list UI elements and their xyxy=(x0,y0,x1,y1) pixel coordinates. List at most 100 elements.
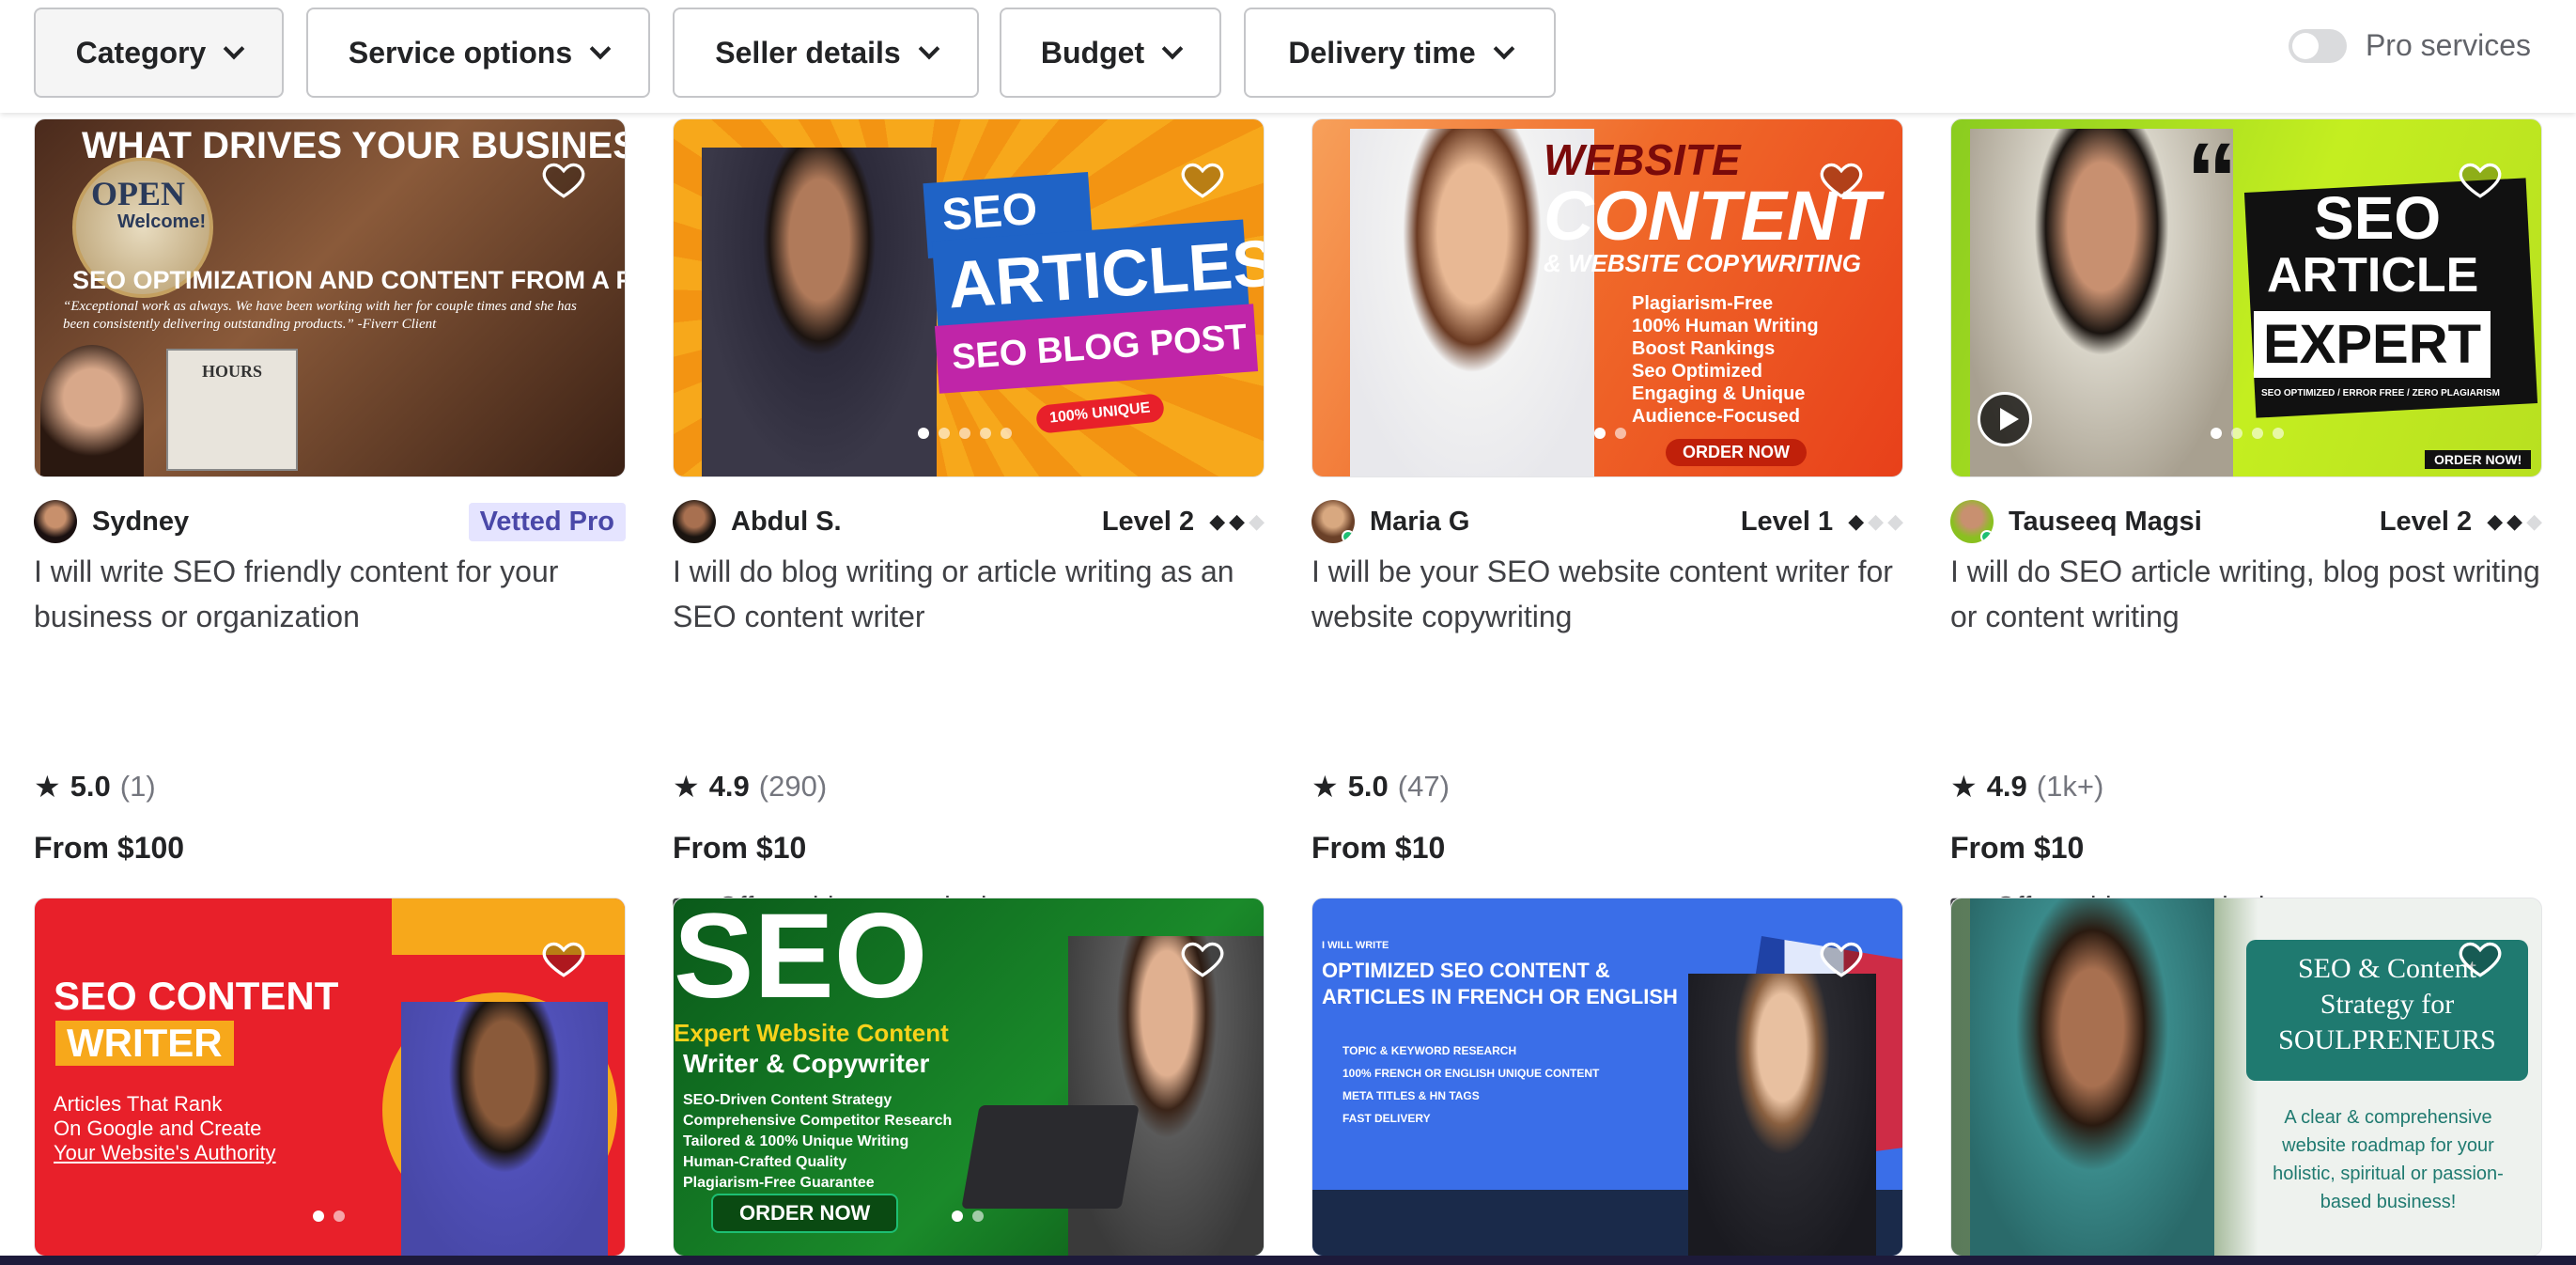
thumb-bullets: TOPIC & KEYWORD RESEARCH 100% FRENCH OR … xyxy=(1342,1039,1599,1130)
pro-services-toggle[interactable] xyxy=(2288,28,2347,63)
gig-title[interactable]: I will write SEO friendly content for yo… xyxy=(34,549,626,639)
thumb-bullet: 100% Human Writing xyxy=(1632,316,1819,336)
thumb-text: website roadmap for your xyxy=(2282,1135,2494,1156)
gig-thumbnail[interactable]: SEO CONTENT WRITER Articles That Rank On… xyxy=(34,898,626,1257)
thumb-text: “Exceptional work as always. We have bee… xyxy=(63,299,577,332)
avatar[interactable] xyxy=(34,500,77,543)
gig-title[interactable]: I will be your SEO website content write… xyxy=(1311,549,1903,639)
rating-value: 4.9 xyxy=(1986,770,2027,803)
thumb-bullets: Plagiarism-Free 100% Human Writing Boost… xyxy=(1632,292,1819,428)
avatar[interactable] xyxy=(673,500,716,543)
thumb-text: SEO OPTIMIZED / ERROR FREE / ZERO PLAGIA… xyxy=(2261,388,2500,398)
seller-name[interactable]: Sydney xyxy=(92,507,189,538)
diamond-icon: ◆ xyxy=(1887,509,1903,533)
person-photo xyxy=(40,345,144,476)
seller-level: Level 2 ◆ ◆ ◆ xyxy=(1102,507,1265,538)
thumb-bullet: Plagiarism-Free Guarantee xyxy=(683,1175,875,1191)
rating: ★ 4.9 (290) xyxy=(673,769,827,804)
filter-label: Budget xyxy=(1040,35,1145,70)
gig-price[interactable]: From $100 xyxy=(34,831,184,866)
gig-title[interactable]: I will do blog writing or article writin… xyxy=(673,549,1265,639)
thumb-bullet: Engaging & Unique xyxy=(1632,383,1806,404)
thumb-bullet: SEO-Driven Content Strategy xyxy=(683,1092,892,1108)
pro-services-toggle-group: Pro services xyxy=(2288,28,2531,63)
bottom-edge xyxy=(0,1256,2576,1265)
thumb-bullet: 100% FRENCH OR ENGLISH UNIQUE CONTENT xyxy=(1342,1067,1600,1080)
thumb-bullet: Seo Optimized xyxy=(1632,361,1762,382)
thumb-bullet: FAST DELIVERY xyxy=(1342,1112,1431,1125)
gig-thumbnail[interactable]: SEO & Content Strategy for SOULPRENEURS … xyxy=(1950,898,2542,1257)
heart-icon[interactable] xyxy=(1179,155,1226,202)
filter-label: Seller details xyxy=(715,35,901,70)
level-label: Level 2 xyxy=(1101,506,1195,537)
level-label: Level 2 xyxy=(2379,506,2473,537)
seller-name[interactable]: Tauseeq Magsi xyxy=(2009,507,2202,538)
gig-thumbnail[interactable]: I WILL WRITE OPTIMIZED SEO CONTENT & ART… xyxy=(1311,898,1903,1257)
diamond-icon: ◆ xyxy=(1848,509,1865,533)
review-count: (1k+) xyxy=(2036,770,2104,803)
pro-services-label: Pro services xyxy=(2365,28,2531,62)
gig-thumbnail[interactable]: OPEN Welcome! WHAT DRIVES YOUR BUSINESS?… xyxy=(34,118,626,477)
diamond-icon: ◆ xyxy=(1209,509,1226,533)
carousel-dots[interactable] xyxy=(2211,428,2284,439)
rating: ★ 4.9 (1k+) xyxy=(1950,769,2103,804)
seller-row: Maria G Level 1 ◆ ◆ ◆ xyxy=(1311,500,1903,543)
heart-icon[interactable] xyxy=(2457,934,2504,981)
thumb-tag: 100% UNIQUE xyxy=(1034,392,1165,435)
thumb-text: Welcome! xyxy=(117,211,207,232)
seller-name[interactable]: Abdul S. xyxy=(731,507,842,538)
person-photo xyxy=(1970,898,2214,1256)
gig-title[interactable]: I will do SEO article writing, blog post… xyxy=(1950,549,2542,639)
gig-thumbnail[interactable]: SEO ARTICLES SEO BLOG POST 100% UNIQUE xyxy=(673,118,1265,477)
carousel-dots[interactable] xyxy=(918,428,1012,439)
rating-value: 4.9 xyxy=(708,770,750,803)
thumb-headline: SEO xyxy=(674,898,928,1023)
carousel-dots[interactable] xyxy=(1594,428,1626,439)
filter-delivery-time[interactable]: Delivery time xyxy=(1244,8,1556,98)
avatar[interactable] xyxy=(1311,500,1355,543)
gig-price[interactable]: From $10 xyxy=(1950,831,2084,866)
diamond-icon: ◆ xyxy=(2506,509,2523,533)
filter-seller-details[interactable]: Seller details xyxy=(673,8,979,98)
chevron-down-icon xyxy=(1493,38,1514,60)
thumb-headline: OPTIMIZED SEO CONTENT & xyxy=(1322,959,1610,982)
thumb-headline: SEO xyxy=(2314,184,2442,252)
seller-name[interactable]: Maria G xyxy=(1370,507,1469,538)
thumb-text: SEO OPTIMIZATION AND CONTENT FROM A PRO! xyxy=(72,266,626,294)
diamond-icon: ◆ xyxy=(2526,509,2542,533)
gig-price[interactable]: From $10 xyxy=(1311,831,1445,866)
heart-icon[interactable] xyxy=(1179,934,1226,981)
heart-icon[interactable] xyxy=(2457,155,2504,202)
review-count: (1) xyxy=(119,770,156,803)
heart-icon[interactable] xyxy=(1818,934,1865,981)
filter-category[interactable]: Category xyxy=(34,8,284,98)
person-photo xyxy=(1688,974,1876,1256)
filter-budget[interactable]: Budget xyxy=(1000,8,1221,98)
thumb-text: I WILL WRITE xyxy=(1322,940,1389,951)
heart-icon[interactable] xyxy=(540,934,587,981)
level-label: Level 1 xyxy=(1740,506,1834,537)
gig-thumbnail[interactable]: SEO Expert Website Content Writer & Copy… xyxy=(673,898,1265,1257)
thumb-bullet: Plagiarism-Free xyxy=(1632,293,1774,314)
filter-service-options[interactable]: Service options xyxy=(306,8,650,98)
thumb-headline: SEO CONTENT xyxy=(54,974,339,1018)
avatar[interactable] xyxy=(1950,500,1994,543)
person-photo xyxy=(702,148,937,476)
gig-thumbnail[interactable]: WEBSITE CONTENT & WEBSITE COPYWRITING Pl… xyxy=(1311,118,1903,477)
gig-thumbnail[interactable]: “ SEO ARTICLE EXPERT SEO OPTIMIZED / ERR… xyxy=(1950,118,2542,477)
heart-icon[interactable] xyxy=(540,155,587,202)
carousel-dots[interactable] xyxy=(313,1210,345,1222)
seller-row: Sydney Vetted Pro xyxy=(34,500,626,543)
thumb-bullet: TOPIC & KEYWORD RESEARCH xyxy=(1342,1044,1517,1057)
play-icon[interactable] xyxy=(1978,392,2032,446)
diamond-icon: ◆ xyxy=(1868,509,1885,533)
gig-price[interactable]: From $10 xyxy=(673,831,806,866)
thumb-text: Strategy for xyxy=(2320,989,2455,1020)
thumb-cta: ORDER NOW xyxy=(1666,439,1807,466)
thumb-bullets: SEO-Driven Content Strategy Comprehensiv… xyxy=(683,1090,952,1194)
carousel-dots[interactable] xyxy=(952,1210,984,1222)
thumb-headline: EXPERT xyxy=(2254,311,2491,378)
seller-row: Tauseeq Magsi Level 2 ◆ ◆ ◆ xyxy=(1950,500,2542,543)
heart-icon[interactable] xyxy=(1818,155,1865,202)
star-icon: ★ xyxy=(1311,770,1339,804)
